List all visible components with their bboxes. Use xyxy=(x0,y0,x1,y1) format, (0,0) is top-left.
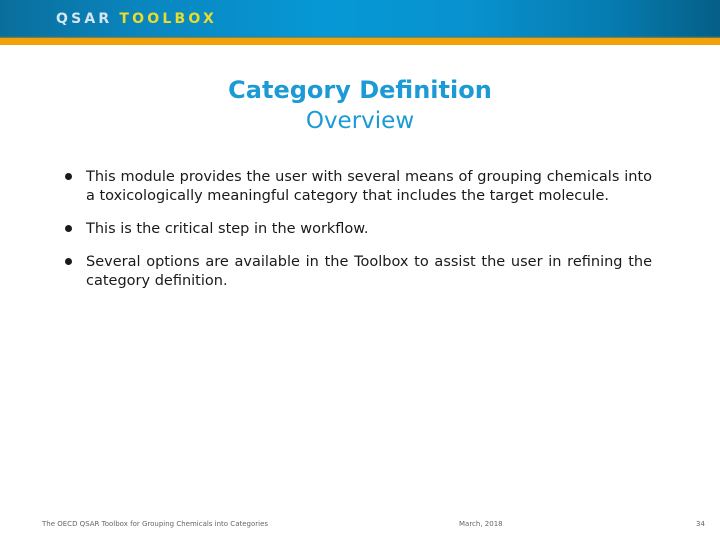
slide-title: Category Definition xyxy=(228,76,492,104)
footer-page-number: 34 xyxy=(696,520,705,528)
slide-title-block: Category Definition Overview xyxy=(0,74,720,136)
bullet-icon xyxy=(65,258,72,265)
bullet-item: This module provides the user with sever… xyxy=(62,168,652,206)
bullet-text: This module provides the user with sever… xyxy=(86,169,652,204)
qsar-toolbox-logo: QSAR TOOLBOX xyxy=(56,11,217,27)
bullet-item: This is the critical step in the workflo… xyxy=(62,220,652,239)
bullet-icon xyxy=(65,225,72,232)
footer-date: March, 2018 xyxy=(459,520,503,528)
logo-text-qsar: QSAR xyxy=(56,11,113,27)
footer-title: The OECD QSAR Toolbox for Grouping Chemi… xyxy=(42,520,269,528)
bullet-item: Several options are available in the Too… xyxy=(62,253,652,291)
bullet-text: This is the critical step in the workflo… xyxy=(86,221,369,237)
slide-subtitle: Overview xyxy=(305,108,415,134)
bullet-list: This module provides the user with sever… xyxy=(62,168,652,305)
header-orange-stripe xyxy=(0,38,720,45)
bullet-icon xyxy=(65,173,72,180)
logo-text-toolbox: TOOLBOX xyxy=(119,11,217,27)
bullet-text: Several options are available in the Too… xyxy=(86,254,652,289)
